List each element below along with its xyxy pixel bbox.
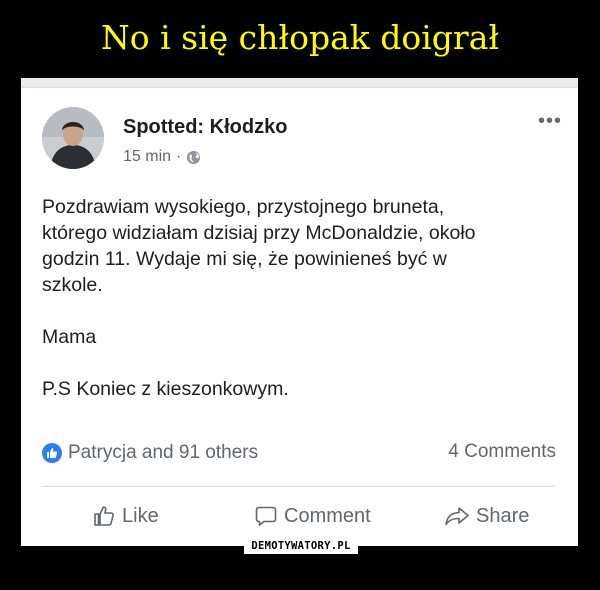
page-name[interactable]: Spotted: Kłodzko [123,116,287,139]
post-meta: 15 min · [123,148,201,166]
comments-count-link[interactable]: 4 Comments [448,441,556,463]
watermark: DEMOTYWATORY.PL [244,538,358,554]
post-line: godzin 11. Wydaje mi się, że powinieneś … [42,248,447,270]
post-ps: P.S Koniec z kieszonkowym. [42,378,289,400]
card-top-edge [21,78,578,88]
meme-title: No i się chłopak doigrał [100,18,500,57]
post-time[interactable]: 15 min [123,148,171,166]
post-text: Pozdrawiam wysokiego, przystojnego brune… [42,194,562,402]
post-line: Pozdrawiam wysokiego, przystojnego brune… [42,196,445,218]
avatar-image [42,107,104,169]
action-bar: Like Comment Share [42,504,556,534]
post-signature: Mama [42,326,97,348]
share-button[interactable]: Share [444,504,529,528]
comment-bubble-icon [255,506,277,526]
globe-icon [187,150,201,164]
share-label: Share [476,504,530,527]
thumbs-up-icon [42,443,62,463]
page-avatar[interactable] [42,107,104,169]
like-label: Like [122,504,159,527]
comment-label: Comment [284,504,371,527]
post-line: szkole. [42,274,103,296]
reactions-summary[interactable]: Patrycja and 91 others [42,442,258,464]
facebook-post-card: Spotted: Kłodzko 15 min · ••• Pozdrawiam… [21,78,578,546]
more-options-button[interactable]: ••• [538,110,562,133]
divider [42,486,556,487]
thumbs-up-icon [94,506,114,526]
reactions-text: Patrycja and 91 others [68,442,259,463]
like-button[interactable]: Like [92,504,159,528]
share-arrow-icon [445,507,469,526]
post-line: którego widziałam dzisiaj przy McDonaldz… [42,222,476,244]
meta-separator: · [176,148,182,165]
comment-button[interactable]: Comment [254,504,371,528]
